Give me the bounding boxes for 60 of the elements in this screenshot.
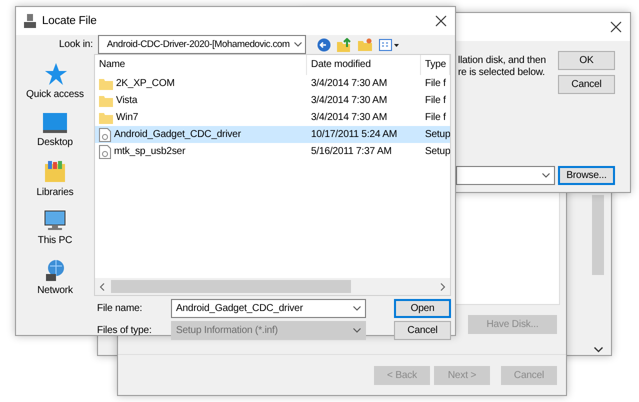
- close-icon[interactable]: [610, 21, 622, 33]
- type-cell-text: Setup: [424, 129, 450, 140]
- folder-icon: [99, 112, 113, 124]
- path-dropdown[interactable]: [456, 166, 555, 185]
- column-header[interactable]: Name: [95, 55, 307, 75]
- navigation-item[interactable]: Libraries: [36, 187, 74, 198]
- file-name[interactable]: Win7: [116, 112, 138, 123]
- network-icon: [43, 258, 67, 282]
- caret-icon: [542, 173, 550, 178]
- window-title: Locate File: [42, 15, 98, 27]
- date-cell-text: 3/4/2014 7:30 AM: [310, 95, 388, 106]
- type-cell-text: File f: [424, 112, 447, 123]
- column-header[interactable]: Date modified: [307, 55, 421, 75]
- star-icon: [42, 62, 67, 86]
- browse-button[interactable]: Browse...: [558, 166, 615, 185]
- file-name-field[interactable]: Android_Gadget_CDC_driver: [171, 299, 366, 318]
- navigation-item[interactable]: This PC: [38, 235, 72, 246]
- instruction-text: re is selected below.: [457, 67, 545, 78]
- desktop-icon: [42, 112, 68, 134]
- date-cell-text: 3/4/2014 7:30 AM: [310, 112, 388, 123]
- date-cell-text: 10/17/2011 5:24 AM: [310, 129, 398, 140]
- navigation-item[interactable]: Network: [37, 285, 73, 296]
- chevron-down-icon: [594, 347, 602, 353]
- look-in-label: Look in:: [59, 39, 93, 50]
- type-cell-text: File f: [424, 78, 447, 89]
- file-name[interactable]: mtk_sp_usb2ser: [114, 146, 186, 157]
- instruction-text: llation disk, and then: [457, 55, 546, 66]
- file-name[interactable]: 2K_XP_COM: [116, 78, 175, 89]
- settings-file-icon: [99, 128, 111, 142]
- caret-icon: [294, 42, 302, 47]
- libraries-icon: [43, 160, 67, 184]
- file-name[interactable]: Android_Gadget_CDC_driver: [114, 129, 241, 140]
- navigation-item[interactable]: Quick access: [26, 89, 84, 100]
- cancel-button[interactable]: Cancel: [394, 321, 451, 340]
- horizontal-scrollbar[interactable]: [95, 278, 450, 295]
- back-icon[interactable]: [316, 38, 331, 52]
- folder-icon: [99, 78, 113, 90]
- file-type-label: Files of type:: [97, 325, 153, 336]
- close-icon[interactable]: [435, 15, 447, 27]
- file-name-label: File name:: [97, 303, 144, 314]
- look-in-dropdown[interactable]: Android-CDC-Driver-2020-[Mohamedovic.com: [98, 35, 306, 54]
- dialog-button[interactable]: OK: [558, 51, 615, 70]
- type-cell-text: File f: [424, 95, 447, 106]
- column-header[interactable]: Type: [421, 55, 450, 75]
- new-folder-icon[interactable]: [358, 38, 373, 51]
- date-cell-text: 5/16/2011 7:37 AM: [310, 146, 393, 157]
- scrollbar[interactable]: [591, 195, 605, 353]
- settings-file-icon: [99, 144, 111, 158]
- up-folder-icon[interactable]: [336, 38, 352, 52]
- dialog-button[interactable]: Cancel: [558, 75, 615, 94]
- view-menu-icon[interactable]: [378, 38, 399, 50]
- type-cell-text: Setup: [424, 146, 450, 157]
- navigation-item[interactable]: Desktop: [37, 137, 73, 148]
- open-button[interactable]: Open: [394, 299, 451, 318]
- date-cell-text: 3/4/2014 7:30 AM: [310, 78, 388, 89]
- computer-icon: [42, 210, 67, 232]
- caret-icon: [353, 328, 361, 333]
- file-name[interactable]: Vista: [116, 95, 138, 106]
- caret-icon: [353, 306, 361, 311]
- folder-icon: [99, 94, 113, 106]
